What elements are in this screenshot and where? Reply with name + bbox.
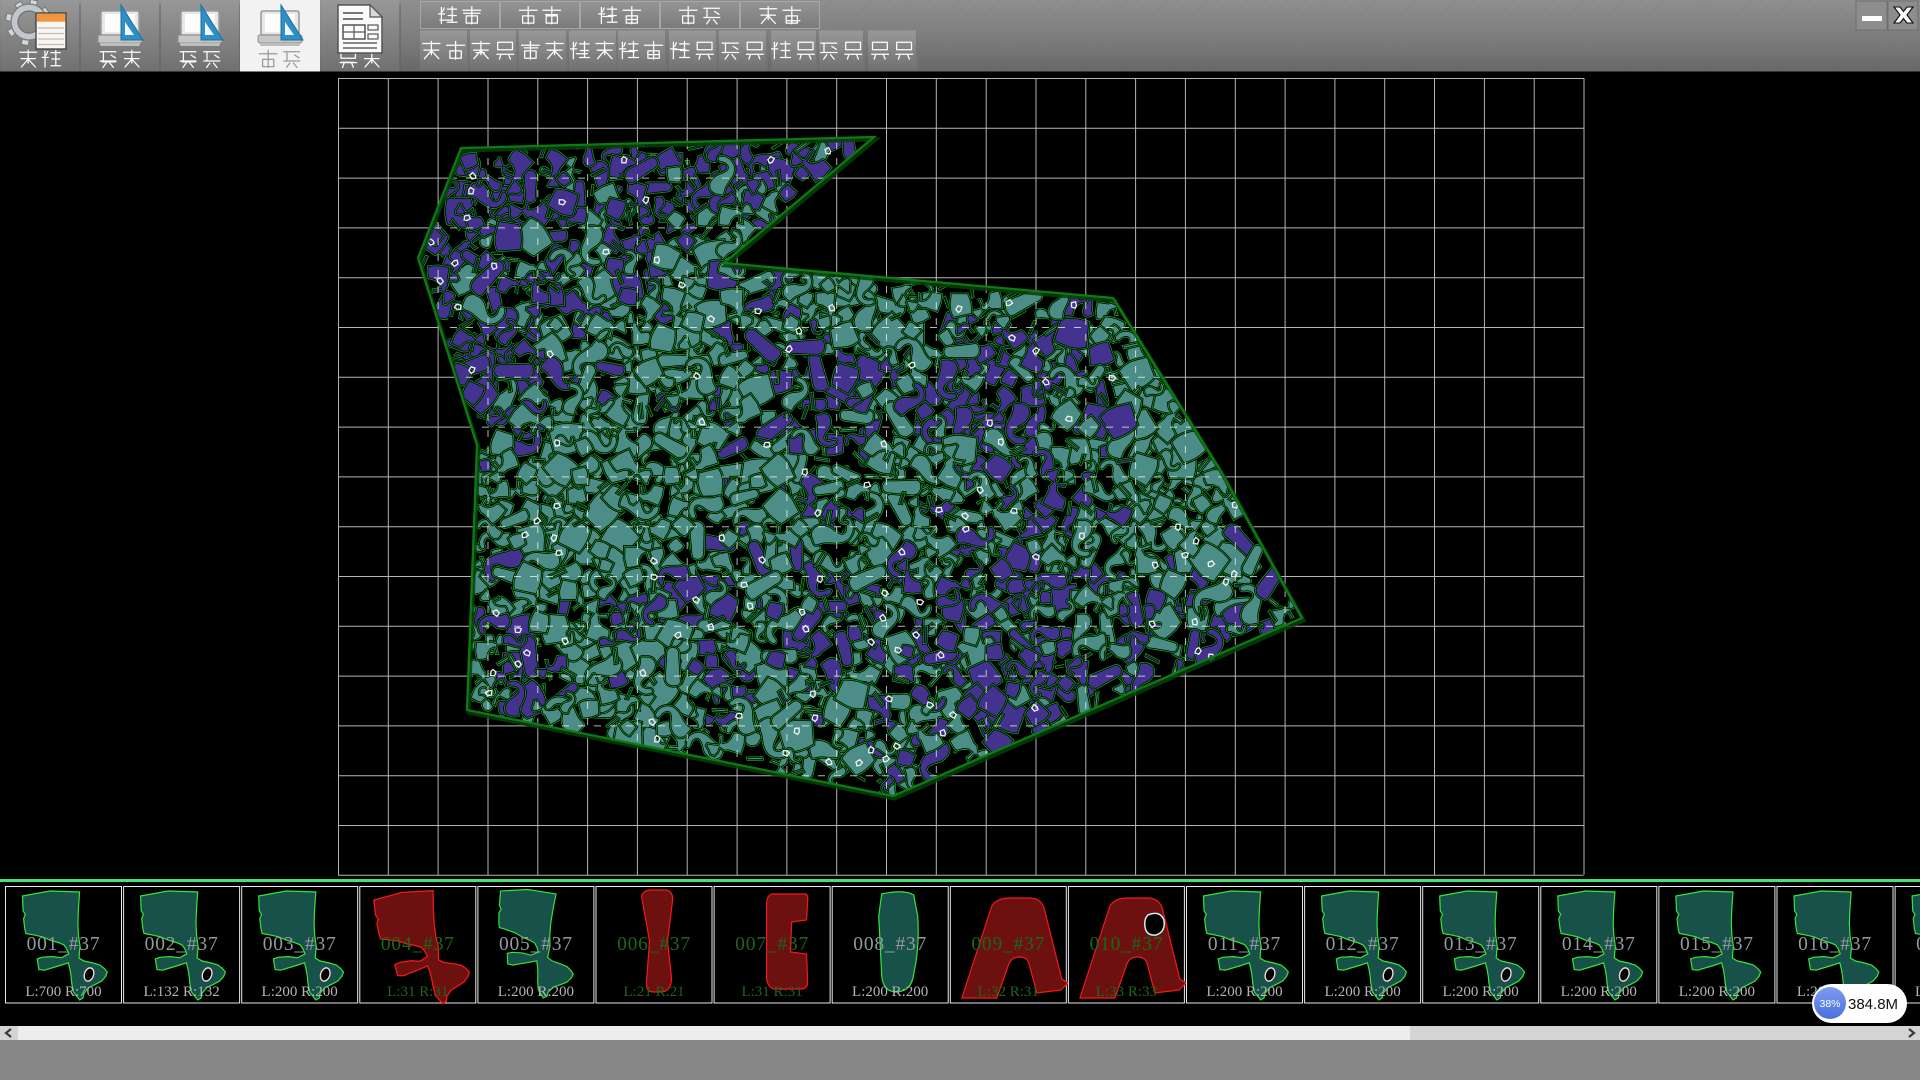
svg-text:003_#37: 003_#37: [263, 934, 337, 955]
svg-text:012_#37: 012_#37: [1326, 934, 1400, 955]
svg-text:002_#37: 002_#37: [145, 934, 219, 955]
svg-text:017_#37: 017_#37: [1916, 934, 1920, 955]
svg-text:L:200 R:200: L:200 R:200: [262, 984, 338, 1000]
svg-text:008_#37: 008_#37: [853, 934, 927, 955]
svg-text:013_#37: 013_#37: [1444, 934, 1518, 955]
svg-text:L:200 R:200: L:200 R:200: [1679, 984, 1755, 1000]
svg-text:L:700 R:700: L:700 R:700: [25, 984, 101, 1000]
svg-text:L:200 R:200: L:200 R:200: [1443, 984, 1519, 1000]
svg-text:010_#37: 010_#37: [1089, 934, 1163, 955]
svg-text:L:200 R:200: L:200 R:200: [1915, 984, 1920, 1000]
svg-text:009_#37: 009_#37: [971, 934, 1045, 955]
svg-text:007_#37: 007_#37: [735, 934, 809, 955]
svg-text:384.8M: 384.8M: [1848, 996, 1898, 1013]
svg-text:L:200 R:200: L:200 R:200: [852, 984, 928, 1000]
svg-text:L:200 R:200: L:200 R:200: [1561, 984, 1637, 1000]
svg-text:014_#37: 014_#37: [1562, 934, 1636, 955]
svg-text:L:200 R:200: L:200 R:200: [1324, 984, 1400, 1000]
svg-text:L:132 R:132: L:132 R:132: [143, 984, 219, 1000]
svg-text:L:21 R:21: L:21 R:21: [623, 984, 684, 1000]
svg-text:015_#37: 015_#37: [1680, 934, 1754, 955]
svg-text:011_#37: 011_#37: [1208, 934, 1281, 955]
svg-text:016_#37: 016_#37: [1798, 934, 1872, 955]
svg-text:L:31 R:31: L:31 R:31: [387, 984, 448, 1000]
svg-text:L:32 R:31: L:32 R:31: [978, 984, 1039, 1000]
svg-text:006_#37: 006_#37: [617, 934, 691, 955]
svg-text:005_#37: 005_#37: [499, 934, 573, 955]
svg-text:001_#37: 001_#37: [27, 934, 101, 955]
svg-text:L:31 R:31: L:31 R:31: [741, 984, 802, 1000]
svg-text:L:200 R:200: L:200 R:200: [1206, 984, 1282, 1000]
svg-text:004_#37: 004_#37: [381, 934, 455, 955]
svg-text:L:33 R:33: L:33 R:33: [1096, 984, 1157, 1000]
svg-text:38%: 38%: [1819, 998, 1840, 1010]
svg-text:L:200 R:200: L:200 R:200: [498, 984, 574, 1000]
